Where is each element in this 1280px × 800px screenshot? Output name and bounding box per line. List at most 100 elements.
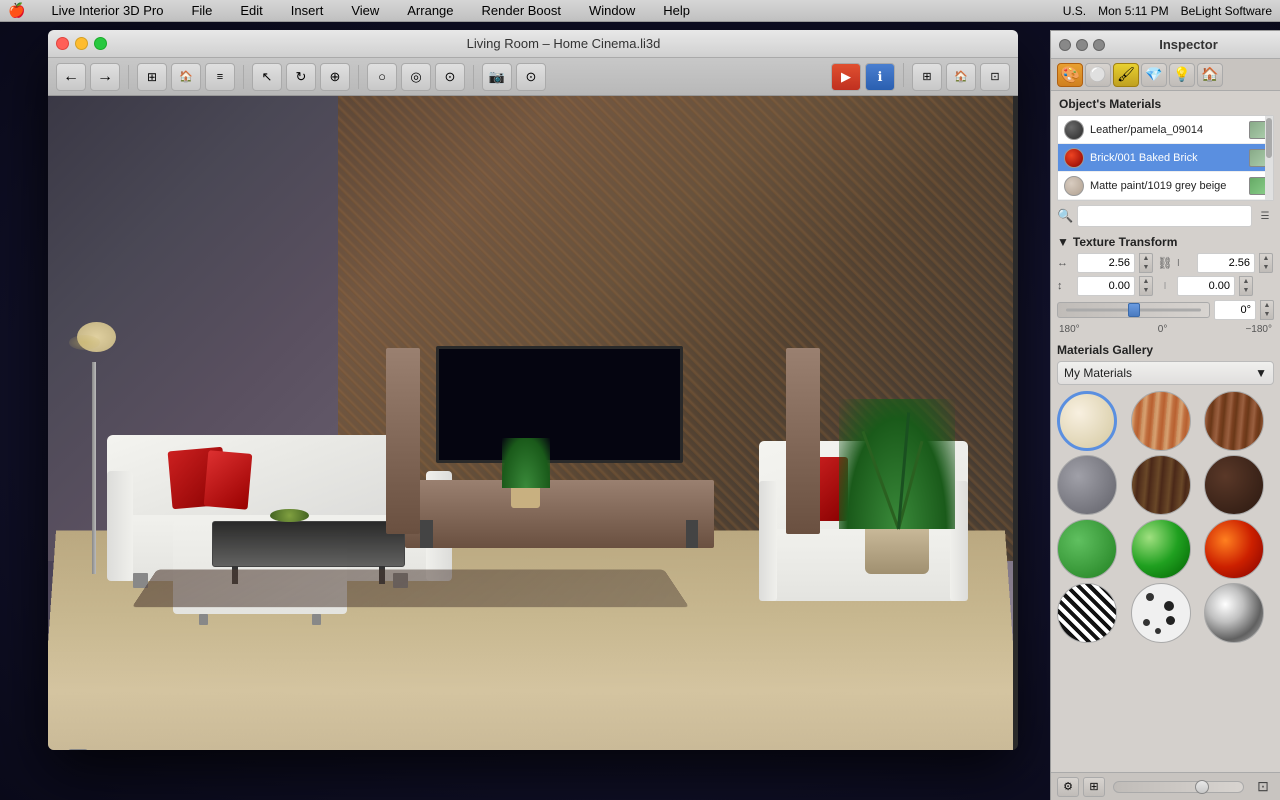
inspector-settings-button[interactable]: ⚙ [1057, 777, 1079, 797]
tab-gem[interactable]: 💎 [1141, 63, 1167, 87]
x-up[interactable]: ▲ [1140, 277, 1152, 286]
rotation-input[interactable] [1214, 300, 1256, 320]
inspector-expand-icon[interactable]: ⊡ [1252, 777, 1274, 797]
viewport[interactable] [48, 96, 1013, 750]
y-down[interactable]: ▼ [1240, 286, 1252, 295]
menu-render-boost[interactable]: Render Boost [476, 1, 568, 20]
gallery-item-fire[interactable] [1204, 519, 1264, 579]
menu-app-name[interactable]: Live Interior 3D Pro [45, 1, 169, 20]
material-menu-button[interactable]: ☰ [1256, 207, 1274, 225]
texture-transform-header[interactable]: ▼ Texture Transform [1057, 231, 1274, 253]
gallery-item-chrome[interactable] [1204, 583, 1264, 643]
inspector-title: Inspector [1105, 37, 1272, 52]
menu-arrange[interactable]: Arrange [401, 1, 459, 20]
y-up[interactable]: ▲ [1240, 277, 1252, 286]
height-up[interactable]: ▲ [1260, 254, 1272, 263]
list-view-button[interactable]: ≡ [205, 63, 235, 91]
material-search-input[interactable] [1077, 205, 1252, 227]
materials-scroll-thumb[interactable] [1266, 118, 1272, 158]
gallery-item-zebra[interactable] [1057, 583, 1117, 643]
material-item-1[interactable]: Leather/pamela_09014 [1058, 116, 1273, 144]
tab-light[interactable]: 💡 [1169, 63, 1195, 87]
gallery-item-stone[interactable] [1057, 455, 1117, 515]
menu-window[interactable]: Window [583, 1, 641, 20]
x-down[interactable]: ▼ [1140, 286, 1152, 295]
cushion-2 [204, 450, 253, 509]
circle-tool-button[interactable]: ○ [367, 63, 397, 91]
inspector-add-button[interactable]: ⊞ [1083, 777, 1105, 797]
gallery-item-walnut[interactable] [1131, 455, 1191, 515]
menu-edit[interactable]: Edit [234, 1, 268, 20]
inspector-zoom-thumb[interactable] [1195, 780, 1209, 794]
apple-logo[interactable]: 🍎 [8, 2, 25, 19]
y-stepper[interactable]: ▲ ▼ [1239, 276, 1253, 296]
rooms-button[interactable]: ⊡ [980, 63, 1010, 91]
rotation-slider[interactable] [1057, 302, 1210, 318]
3d-view-button[interactable]: 🏠 [171, 63, 201, 91]
floorplan-button[interactable]: ⊞ [137, 63, 167, 91]
height-input[interactable] [1197, 253, 1255, 273]
move-tool-button[interactable]: ⊕ [320, 63, 350, 91]
gallery-item-green-matte[interactable] [1057, 519, 1117, 579]
sofa-back [107, 435, 408, 515]
menu-help[interactable]: Help [657, 1, 696, 20]
rotate-tool-button[interactable]: ↻ [286, 63, 316, 91]
width-down[interactable]: ▼ [1140, 263, 1152, 272]
gallery-item-cream[interactable] [1057, 391, 1117, 451]
info-button[interactable]: ℹ [865, 63, 895, 91]
tab-rooms[interactable]: 🏠 [1197, 63, 1223, 87]
tab-materials[interactable]: 🎨 [1057, 63, 1083, 87]
rotation-stepper[interactable]: ▲ ▼ [1260, 300, 1274, 320]
rot-up[interactable]: ▲ [1261, 301, 1273, 310]
rot-down[interactable]: ▼ [1261, 310, 1273, 319]
gallery-item-dark-brown[interactable] [1204, 455, 1264, 515]
x-offset-input[interactable] [1077, 276, 1135, 296]
height-stepper[interactable]: ▲ ▼ [1259, 253, 1273, 273]
inspector-minimize[interactable] [1076, 39, 1088, 51]
gallery-item-wood-light[interactable] [1131, 391, 1191, 451]
height-down[interactable]: ▼ [1260, 263, 1272, 272]
menu-bar: 🍎 Live Interior 3D Pro File Edit Insert … [0, 0, 1280, 22]
materials-scrollbar[interactable] [1265, 116, 1273, 200]
screenshot-button[interactable]: ⊙ [516, 63, 546, 91]
inspector-close[interactable] [1059, 39, 1071, 51]
width-stepper[interactable]: ▲ ▼ [1139, 253, 1153, 273]
nav-forward-button[interactable]: → [90, 63, 120, 91]
material-swatch-3 [1064, 176, 1084, 196]
grid-view-button[interactable]: ⊞ [912, 63, 942, 91]
tab-object[interactable]: ⚪ [1085, 63, 1111, 87]
perspective-button[interactable]: 🏠 [946, 63, 976, 91]
tab-paint[interactable]: 🖌 [1113, 63, 1139, 87]
y-offset-input[interactable] [1177, 276, 1235, 296]
window-titlebar: Living Room – Home Cinema.li3d [48, 30, 1018, 58]
material-item-3[interactable]: Matte paint/1019 grey beige [1058, 172, 1273, 200]
menu-view[interactable]: View [345, 1, 385, 20]
material-item-2[interactable]: Brick/001 Baked Brick [1058, 144, 1273, 172]
maximize-button[interactable] [94, 37, 107, 50]
gallery-dropdown[interactable]: My Materials ▼ [1057, 361, 1274, 385]
camera-tool-button[interactable]: 📷 [482, 63, 512, 91]
rotation-thumb[interactable] [1128, 303, 1140, 317]
width-up[interactable]: ▲ [1140, 254, 1152, 263]
gallery-item-spots[interactable] [1131, 583, 1191, 643]
gallery-item-wood-dark[interactable] [1204, 391, 1264, 451]
viewport-scroll[interactable] [68, 749, 88, 750]
select-tool-button[interactable]: ↖ [252, 63, 282, 91]
inspector-zoom-slider[interactable] [1113, 781, 1244, 793]
target-tool-button[interactable]: ◎ [401, 63, 431, 91]
menu-insert[interactable]: Insert [285, 1, 330, 20]
render-button[interactable]: ▶ [831, 63, 861, 91]
texture-transform-label: Texture Transform [1073, 235, 1177, 249]
x-stepper[interactable]: ▲ ▼ [1139, 276, 1153, 296]
sofa-arm-left [107, 471, 133, 581]
ring-tool-button[interactable]: ⊙ [435, 63, 465, 91]
close-button[interactable] [56, 37, 69, 50]
gallery-item-green-glossy[interactable] [1131, 519, 1191, 579]
inspector-traffic-lights [1059, 39, 1105, 51]
width-input[interactable] [1077, 253, 1135, 273]
x-offset-icon: ↕ [1057, 280, 1073, 292]
minimize-button[interactable] [75, 37, 88, 50]
inspector-maximize[interactable] [1093, 39, 1105, 51]
nav-back-button[interactable]: ← [56, 63, 86, 91]
menu-file[interactable]: File [185, 1, 218, 20]
